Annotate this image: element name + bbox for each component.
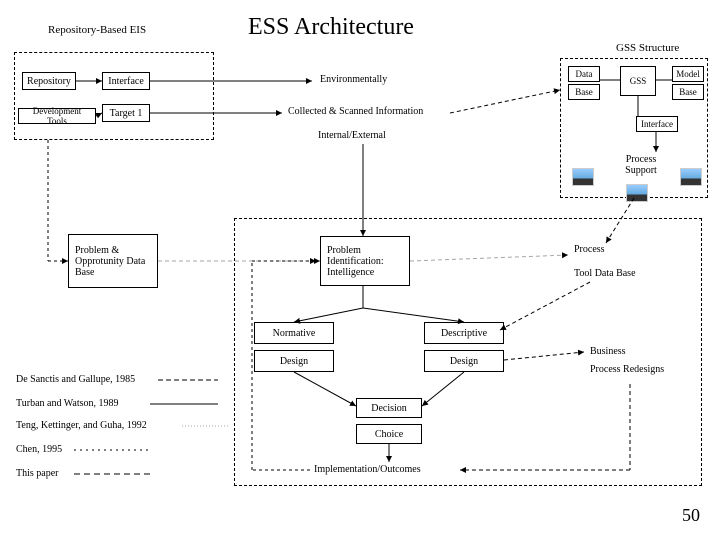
problem-db-box: Problem & Opprotunity Data Base [68, 234, 158, 288]
design-right-box: Design [424, 350, 504, 372]
intext-text: Internal/External [318, 130, 386, 141]
decision-box: Decision [356, 398, 422, 418]
citation-5: This paper [16, 468, 59, 479]
normative-box: Normative [254, 322, 334, 344]
gss-interface-box: Interface [636, 116, 678, 132]
design-right-label: Design [450, 356, 478, 367]
process-label: Process [574, 244, 605, 255]
gss-gss-label: GSS [630, 76, 647, 86]
person-icon-bottom [626, 184, 648, 202]
gss-model-box: Model [672, 66, 704, 82]
gss-data-label: Data [576, 69, 593, 79]
page-number: 50 [682, 505, 700, 526]
gss-base-right-box: Base [672, 84, 704, 100]
gss-data-box: Data [568, 66, 600, 82]
implementation-label: Implementation/Outcomes [314, 464, 421, 475]
process-redesigns: Process Redesigns [590, 364, 670, 375]
gss-base-right-label: Base [679, 87, 697, 97]
citation-2: Turban and Watson, 1989 [16, 398, 119, 409]
normative-label: Normative [273, 328, 316, 339]
gss-model-label: Model [676, 69, 700, 79]
target1-box: Target 1 [102, 104, 150, 122]
descriptive-label: Descriptive [441, 328, 487, 339]
devtools-label: Development Tools [23, 106, 91, 126]
choice-label: Choice [375, 429, 403, 440]
choice-box: Choice [356, 424, 422, 444]
gss-gss-box: GSS [620, 66, 656, 96]
collected-text: Collected & Scanned Information [288, 106, 423, 117]
page-title: ESS Architecture [248, 14, 414, 41]
env-text: Environmentally [320, 74, 387, 85]
business-label: Business [590, 346, 626, 357]
person-icon-left [572, 168, 594, 186]
interface-label: Interface [108, 76, 144, 87]
repo-region [14, 52, 214, 140]
gss-process-support-label: Process Support [625, 154, 657, 176]
design-left-label: Design [280, 356, 308, 367]
problem-id-label: Problem Identification: Intelligence [327, 245, 403, 278]
gss-header: GSS Structure [616, 42, 679, 54]
gss-process-support: Process Support [616, 154, 666, 176]
citation-3: Teng, Kettinger, and Guha, 1992 [16, 420, 147, 431]
tool-db-label: Tool Data Base [574, 268, 636, 279]
person-icon-right [680, 168, 702, 186]
gss-base-left-label: Base [575, 87, 593, 97]
gss-base-left-box: Base [568, 84, 600, 100]
problem-id-box: Problem Identification: Intelligence [320, 236, 410, 286]
decision-label: Decision [371, 403, 407, 414]
design-left-box: Design [254, 350, 334, 372]
repository-label: Repository [27, 76, 71, 87]
process-redesigns-label: Process Redesigns [590, 364, 664, 375]
devtools-box: Development Tools [18, 108, 96, 124]
gss-interface-label: Interface [641, 119, 673, 129]
target1-label: Target 1 [110, 108, 143, 119]
repo-header: Repository-Based EIS [48, 24, 146, 36]
citation-4: Chen, 1995 [16, 444, 62, 455]
interface-box: Interface [102, 72, 150, 90]
problem-db-label: Problem & Opprotunity Data Base [75, 245, 151, 278]
citation-1: De Sanctis and Gallupe, 1985 [16, 374, 135, 385]
repository-box: Repository [22, 72, 76, 90]
descriptive-box: Descriptive [424, 322, 504, 344]
